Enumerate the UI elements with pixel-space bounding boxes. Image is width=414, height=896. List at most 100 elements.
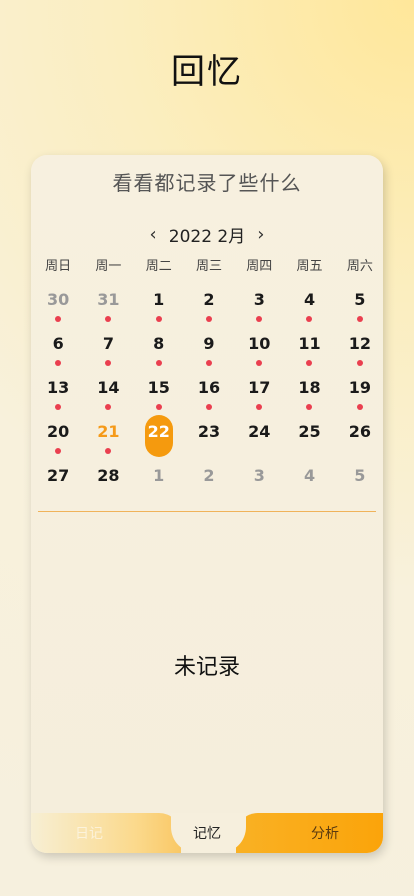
calendar-day[interactable]: 2 — [184, 459, 234, 503]
entry-dot-icon — [205, 360, 212, 366]
calendar-week-row: 20 21 22 23 24 25 26 — [33, 415, 383, 459]
entry-dot-icon — [155, 404, 162, 410]
entry-dot-icon — [356, 360, 363, 366]
entry-dot-icon — [205, 316, 212, 322]
calendar-day[interactable]: 26 — [335, 415, 383, 459]
day-number: 26 — [348, 422, 371, 441]
day-number: 24 — [248, 422, 271, 441]
day-number: 19 — [348, 378, 371, 397]
day-number: 11 — [298, 334, 321, 353]
entry-dot-icon — [55, 316, 61, 322]
calendar-day[interactable]: 3 — [234, 283, 284, 327]
entry-dot-icon — [306, 316, 313, 322]
tab-diary[interactable]: 日记 — [49, 823, 129, 843]
calendar-day[interactable]: 21 — [83, 415, 133, 459]
calendar-week-row: 6 7 8 9 10 11 12 — [33, 327, 383, 371]
calendar-day[interactable]: 14 — [83, 371, 133, 415]
calendar-day[interactable]: 30 — [33, 283, 83, 327]
calendar-day[interactable]: 5 — [335, 283, 383, 327]
day-number: 10 — [248, 334, 271, 353]
day-number: 14 — [97, 378, 120, 397]
day-number: 4 — [303, 466, 316, 485]
tab-memory[interactable]: 记忆 — [167, 823, 247, 843]
calendar-day[interactable]: 28 — [83, 459, 133, 503]
day-number: 21 — [97, 422, 120, 441]
calendar-day[interactable]: 2 — [184, 283, 234, 327]
day-number: 18 — [298, 378, 321, 397]
calendar-day[interactable]: 12 — [335, 327, 383, 371]
entry-dot-icon — [306, 360, 313, 366]
calendar-day-selected[interactable]: 22 — [134, 415, 184, 459]
calendar-day[interactable]: 27 — [33, 459, 83, 503]
chevron-left-icon[interactable]: ‹ — [146, 224, 161, 245]
entry-dot-icon — [256, 404, 263, 410]
day-number: 27 — [47, 466, 70, 485]
entry-dot-icon — [55, 360, 61, 366]
calendar-day[interactable]: 17 — [234, 371, 284, 415]
weekday-label: 周六 — [346, 259, 373, 274]
calendar-day[interactable]: 10 — [234, 327, 284, 371]
chevron-right-icon[interactable]: › — [253, 224, 268, 245]
calendar-day[interactable]: 5 — [335, 459, 383, 503]
calendar-day[interactable]: 7 — [83, 327, 133, 371]
calendar-day[interactable]: 15 — [134, 371, 184, 415]
calendar-day[interactable]: 24 — [234, 415, 284, 459]
day-number: 3 — [253, 466, 265, 485]
calendar-day[interactable]: 1 — [134, 459, 184, 503]
weekday-label: 周五 — [296, 259, 323, 274]
entry-dot-icon — [105, 316, 112, 322]
entry-dot-icon — [256, 360, 263, 366]
day-number: 9 — [203, 334, 215, 353]
weekday-label: 周二 — [145, 259, 172, 274]
calendar-day[interactable]: 16 — [184, 371, 234, 415]
entry-dot-icon — [105, 448, 112, 454]
day-number: 20 — [47, 422, 70, 441]
calendar-day[interactable]: 31 — [83, 283, 133, 327]
calendar-day[interactable]: 4 — [284, 283, 334, 327]
calendar-day[interactable]: 23 — [184, 415, 234, 459]
calendar-grid: 30 31 1 2 3 4 5 6 7 8 9 10 11 12 13 14 15 16 17 18 19 20 21 22 2… — [33, 283, 383, 503]
calendar-day[interactable]: 13 — [33, 371, 83, 415]
entry-dot-icon — [205, 404, 212, 410]
calendar-day[interactable]: 19 — [335, 371, 383, 415]
calendar-day[interactable]: 4 — [284, 459, 334, 503]
entry-dot-icon — [356, 404, 363, 410]
calendar-day[interactable]: 3 — [234, 459, 284, 503]
day-number: 15 — [147, 378, 170, 397]
entry-dot-icon — [55, 404, 61, 410]
tab-analysis[interactable]: 分析 — [285, 823, 365, 843]
empty-state-text: 未记录 — [173, 655, 240, 680]
day-number: 2 — [203, 290, 215, 309]
day-number: 6 — [52, 334, 64, 353]
day-number: 4 — [303, 290, 316, 309]
calendar-day[interactable]: 11 — [284, 327, 334, 371]
month-navigator: ‹ 2022 2月 › — [31, 221, 383, 247]
weekday-label: 周四 — [246, 259, 273, 274]
day-number: 5 — [354, 466, 366, 485]
card-title: 看看都记录了些什么 — [112, 171, 302, 195]
calendar-week-row: 13 14 15 16 17 18 19 — [33, 371, 383, 415]
day-number: 1 — [153, 466, 165, 485]
calendar-day[interactable]: 25 — [284, 415, 334, 459]
calendar-day[interactable]: 18 — [284, 371, 334, 415]
calendar-day[interactable]: 9 — [184, 327, 234, 371]
divider — [38, 511, 376, 512]
entry-dot-icon — [105, 404, 112, 410]
entry-dot-icon — [256, 316, 263, 322]
day-number: 28 — [97, 466, 120, 485]
calendar-day[interactable]: 6 — [33, 327, 83, 371]
weekday-label: 周三 — [195, 259, 222, 274]
weekday-label: 周一 — [95, 259, 122, 274]
page-title: 回忆 — [171, 52, 243, 92]
calendar-day[interactable]: 1 — [134, 283, 184, 327]
calendar-card: 看看都记录了些什么 ‹ 2022 2月 › 周日 周一 周二 周三 周四 周五 … — [31, 155, 383, 853]
calendar-week-row: 27 28 1 2 3 4 5 — [33, 459, 383, 503]
calendar-day[interactable]: 8 — [134, 327, 184, 371]
entry-dot-icon — [105, 360, 112, 366]
entry-dot-icon — [155, 316, 162, 322]
day-number: 1 — [153, 290, 165, 309]
calendar-week-row: 30 31 1 2 3 4 5 — [33, 283, 383, 327]
calendar-day[interactable]: 20 — [33, 415, 83, 459]
tab-bar: 日记 记忆 分析 — [31, 813, 383, 853]
entry-dot-icon — [356, 316, 363, 322]
